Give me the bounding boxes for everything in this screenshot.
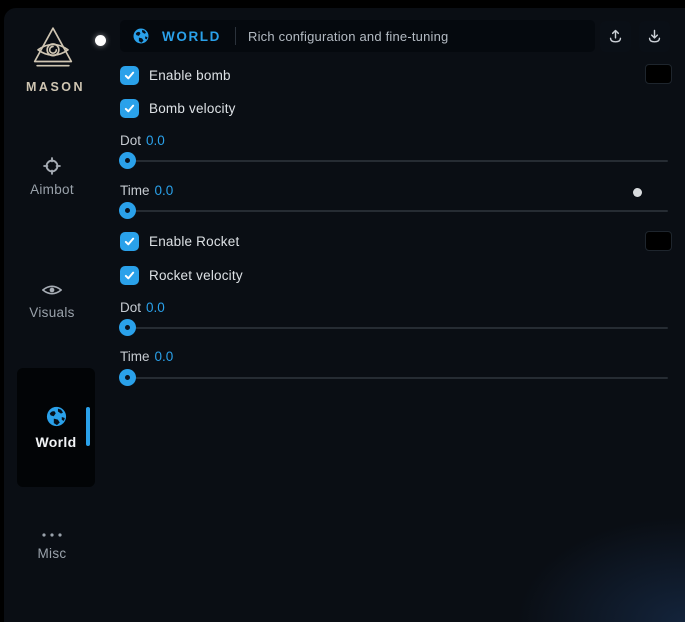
slider-label-time-1: Time0.0 — [120, 183, 173, 198]
app-logo: MASON — [26, 24, 80, 94]
check-icon — [123, 102, 136, 115]
sidebar-item-label: Aimbot — [30, 182, 74, 197]
small-dot — [633, 188, 642, 197]
sidebar-item-aimbot[interactable]: Aimbot — [10, 156, 94, 199]
mason-eye-logo-icon — [28, 24, 78, 74]
dot-slider-2[interactable] — [120, 319, 668, 336]
check-icon — [123, 269, 136, 282]
download-icon — [646, 28, 663, 45]
checkbox-label: Enable bomb — [149, 68, 231, 83]
slider-value: 0.0 — [155, 183, 174, 198]
slider-track[interactable] — [120, 160, 668, 162]
sidebar-item-label: World — [17, 434, 95, 450]
page-title: WORLD — [162, 29, 221, 44]
globe-icon — [45, 405, 68, 428]
app-root: MASON Aimbot Visuals World Misc — [0, 0, 685, 622]
slider-value: 0.0 — [146, 300, 165, 315]
checkbox-label: Rocket velocity — [149, 268, 243, 283]
slider-handle[interactable] — [119, 152, 136, 169]
sidebar-item-label: Misc — [38, 546, 67, 561]
slider-track[interactable] — [120, 210, 668, 212]
rocket-color-swatch[interactable] — [645, 231, 672, 251]
crosshair-icon — [42, 156, 62, 176]
slider-label-dot-2: Dot0.0 — [120, 300, 165, 315]
sidebar-item-label: Visuals — [29, 305, 74, 320]
time-slider-1[interactable] — [120, 202, 668, 219]
rocket-velocity-checkbox[interactable] — [120, 266, 139, 285]
slider-handle[interactable] — [119, 369, 136, 386]
bomb-color-swatch[interactable] — [645, 64, 672, 84]
checkbox-label: Enable Rocket — [149, 234, 239, 249]
checkbox-label: Bomb velocity — [149, 101, 236, 116]
globe-icon — [132, 27, 150, 45]
menu-window — [4, 8, 685, 622]
sidebar-item-misc[interactable]: Misc — [10, 529, 94, 563]
check-icon — [123, 69, 136, 82]
slider-handle[interactable] — [119, 319, 136, 336]
checkbox-row-enable-bomb: Enable bomb — [120, 66, 231, 85]
enable-bomb-checkbox[interactable] — [120, 66, 139, 85]
dot-slider-1[interactable] — [120, 152, 668, 169]
sidebar-item-visuals[interactable]: Visuals — [10, 281, 94, 322]
checkbox-row-rocket-velocity: Rocket velocity — [120, 266, 243, 285]
check-icon — [123, 235, 136, 248]
time-slider-2[interactable] — [120, 369, 668, 386]
page-subtitle: Rich configuration and fine-tuning — [248, 29, 448, 44]
slider-value: 0.0 — [146, 133, 165, 148]
header-divider — [235, 27, 236, 45]
eye-icon — [41, 281, 63, 299]
checkbox-row-enable-rocket: Enable Rocket — [120, 232, 239, 251]
upload-config-button[interactable] — [600, 21, 631, 52]
upload-icon — [607, 28, 624, 45]
checkbox-row-bomb-velocity: Bomb velocity — [120, 99, 236, 118]
bomb-velocity-checkbox[interactable] — [120, 99, 139, 118]
cursor-dot — [95, 35, 106, 46]
active-tab-indicator — [86, 407, 90, 446]
page-header: WORLD Rich configuration and fine-tuning — [120, 20, 595, 52]
logo-text: MASON — [26, 80, 80, 94]
download-config-button[interactable] — [639, 21, 670, 52]
slider-track[interactable] — [120, 377, 668, 379]
slider-handle[interactable] — [119, 202, 136, 219]
slider-value: 0.0 — [155, 349, 174, 364]
ellipsis-icon — [10, 529, 94, 539]
slider-label-time-2: Time0.0 — [120, 349, 173, 364]
enable-rocket-checkbox[interactable] — [120, 232, 139, 251]
sidebar-item-world[interactable]: World — [17, 368, 95, 487]
slider-track[interactable] — [120, 327, 668, 329]
slider-label-dot-1: Dot0.0 — [120, 133, 165, 148]
